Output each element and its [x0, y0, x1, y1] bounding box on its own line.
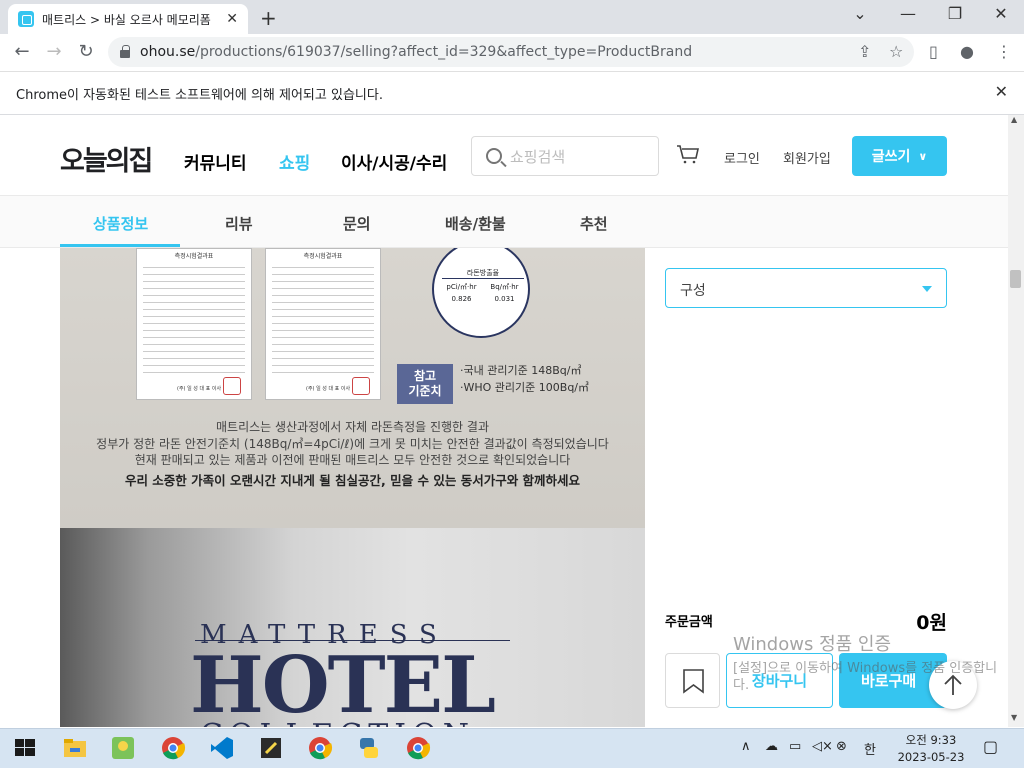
clock-date: 2023-05-23 — [897, 750, 965, 764]
info-text-line3: 현재 판매되고 있는 제품과 이전에 판매된 매트리스 모두 안전한 것으로 확… — [134, 453, 571, 467]
browser-tab[interactable]: 매트리스 > 바실 오르사 메모리폼 ✕ — [8, 4, 248, 34]
chrome-icon[interactable] — [307, 735, 333, 761]
bookmark-button[interactable] — [665, 653, 720, 708]
write-button[interactable]: 글쓰기 ∨ — [852, 136, 947, 176]
lock-icon[interactable] — [120, 45, 130, 58]
brand-hotel-text: HOTEL — [190, 640, 496, 727]
brand-collection-text: COLLECTION — [200, 718, 475, 727]
order-amount-label: 주문금액 — [665, 615, 713, 630]
new-tab-icon[interactable]: + — [260, 6, 277, 30]
seal-stamp — [223, 377, 241, 395]
chrome-icon[interactable] — [160, 735, 186, 761]
tab-search-icon[interactable]: ⌄ — [845, 4, 875, 23]
option-select-value: 구성 — [680, 283, 706, 299]
sticky-app-icon[interactable] — [258, 735, 284, 761]
active-tab-underline — [60, 244, 180, 247]
windows-start-icon[interactable] — [12, 735, 38, 761]
site-header: 오늘의집 커뮤니티 쇼핑 이사/시공/수리 쇼핑검색 로그인 회원가입 글쓰기 … — [0, 115, 1008, 196]
search-placeholder: 쇼핑검색 — [510, 147, 566, 166]
radon-units: pCi/㎡·hr Bq/㎡·hr — [446, 283, 519, 291]
scroll-down-arrow-icon[interactable]: ▼ — [1011, 713, 1017, 722]
hotel-collection-banner: MATTRESS HOTEL COLLECTION — [60, 528, 645, 727]
volume-icon[interactable]: ◁× — [812, 739, 833, 754]
test-certificate-1: 측정시험결과표 (주) 일 성 대 표 이사 — [136, 248, 252, 400]
radon-info-panel: 측정시험결과표 (주) 일 성 대 표 이사 측정시험결과표 (주) 일 성 대… — [60, 248, 645, 528]
side-panel-icon[interactable]: ▯ — [929, 42, 938, 61]
search-icon — [486, 148, 502, 164]
signup-link[interactable]: 회원가입 — [783, 148, 831, 167]
tab-product-info[interactable]: 상품정보 — [93, 213, 148, 234]
info-text-line1: 매트리스는 생산과정에서 자체 라돈측정을 진행한 결과 — [216, 420, 489, 434]
product-subnav: 상품정보 리뷰 문의 배송/환불 추천 — [0, 196, 1008, 248]
login-link[interactable]: 로그인 — [724, 148, 760, 167]
search-input[interactable]: 쇼핑검색 — [471, 136, 659, 176]
ref-who: ·WHO 관리기준 100Bq/㎥ — [460, 381, 590, 394]
tab-recommend[interactable]: 추천 — [580, 213, 608, 234]
test-certificate-2: 측정시험결과표 (주) 일 성 대 표 이사 — [265, 248, 381, 400]
reference-label: 참고 기준치 — [397, 364, 453, 404]
radon-header: 라돈방출율 — [442, 268, 524, 279]
reload-icon[interactable]: ↻ — [74, 41, 98, 62]
menu-dots-icon[interactable]: ⋮ — [996, 42, 1012, 61]
browser-titlebar: 매트리스 > 바실 오르사 메모리폼 ✕ + ⌄ — ❐ ✕ — [0, 0, 1024, 34]
option-select[interactable]: 구성 — [665, 268, 947, 308]
scrollbar-thumb[interactable] — [1010, 270, 1021, 288]
window-close-icon[interactable]: ✕ — [986, 4, 1016, 23]
automation-infobar: Chrome이 자동화된 테스트 소프트웨어에 의해 제어되고 있습니다. ✕ — [0, 72, 1024, 115]
info-text-line4: 우리 소중한 가족이 오랜시간 지내게 될 침실공간, 믿을 수 있는 동서가구… — [124, 473, 581, 488]
tab-close-icon[interactable]: ✕ — [226, 11, 238, 27]
tab-title: 매트리스 > 바실 오르사 메모리폼 — [42, 12, 211, 27]
restore-icon[interactable]: ❐ — [940, 4, 970, 23]
tray-chevron-up-icon[interactable]: ∧ — [741, 739, 751, 754]
back-icon[interactable]: ← — [10, 41, 34, 62]
site-favicon-icon — [18, 11, 34, 27]
radon-values: 0.826 0.031 — [451, 295, 515, 303]
write-button-label: 글쓰기 — [871, 149, 911, 165]
windows-taskbar: ∧ ☁ ▭ ◁× ⊗ 한 오전 9:33 2023-05-23 ▢ — [0, 728, 1024, 768]
file-explorer-icon[interactable] — [62, 735, 88, 761]
ime-indicator[interactable]: 한 — [864, 739, 876, 758]
taskbar-clock[interactable]: 오전 9:33 2023-05-23 — [893, 732, 969, 766]
notification-center-icon[interactable]: ▢ — [983, 737, 998, 756]
caret-down-icon — [922, 286, 932, 292]
share-icon[interactable]: ⇪ — [858, 42, 871, 61]
infobar-text: Chrome이 자동화된 테스트 소프트웨어에 의해 제어되고 있습니다. — [16, 88, 383, 103]
mute-status-icon[interactable]: ⊗ — [836, 739, 847, 754]
chrome-icon[interactable] — [405, 735, 431, 761]
windows-activation-watermark: Windows 정품 인증 [설정]으로 이동하여 Windows를 정품 인증… — [733, 634, 998, 693]
info-text-line2: 정부가 정한 라돈 안전기준치 (148Bq/㎥=4pCi/ℓ)에 크게 못 미… — [96, 437, 609, 451]
nav-moving-construction[interactable]: 이사/시공/수리 — [341, 149, 447, 174]
seal-stamp — [352, 377, 370, 395]
display-icon[interactable]: ▭ — [789, 739, 801, 754]
tab-inquiries[interactable]: 문의 — [343, 213, 371, 234]
nav-shopping[interactable]: 쇼핑 — [279, 149, 310, 174]
maps-app-icon[interactable] — [110, 735, 136, 761]
forward-icon[interactable]: → — [42, 41, 66, 62]
url-path: /productions/619037/selling?affect_id=32… — [195, 44, 693, 60]
infobar-close-icon[interactable]: ✕ — [995, 82, 1008, 101]
chevron-down-icon: ∨ — [918, 149, 928, 163]
bookmark-star-icon[interactable]: ☆ — [889, 42, 903, 61]
scroll-up-arrow-icon[interactable]: ▲ — [1011, 115, 1017, 124]
tab-shipping-refund[interactable]: 배송/환불 — [445, 213, 506, 234]
radon-result-circle: 라돈방출율 pCi/㎡·hr Bq/㎡·hr 0.826 0.031 — [432, 248, 530, 338]
browser-toolbar: ← → ↻ ohou.se/productions/619037/selling… — [0, 34, 1024, 72]
ref-domestic: ·국내 관리기준 148Bq/㎥ — [460, 364, 582, 377]
url-host: ohou.se — [140, 44, 196, 60]
cart-icon[interactable] — [676, 144, 700, 164]
tab-reviews[interactable]: 리뷰 — [225, 213, 253, 234]
nav-community[interactable]: 커뮤니티 — [184, 149, 247, 174]
site-logo[interactable]: 오늘의집 — [60, 139, 153, 178]
vscode-icon[interactable] — [209, 735, 235, 761]
clock-time: 오전 9:33 — [905, 733, 957, 747]
profile-icon[interactable]: ● — [960, 42, 974, 61]
address-bar[interactable]: ohou.se/productions/619037/selling?affec… — [108, 37, 914, 67]
python-icon[interactable] — [356, 735, 382, 761]
minimize-icon[interactable]: — — [893, 4, 923, 23]
product-detail-image: 측정시험결과표 (주) 일 성 대 표 이사 측정시험결과표 (주) 일 성 대… — [60, 248, 645, 727]
bookmark-icon — [683, 669, 704, 694]
network-status-icon[interactable]: ☁ — [765, 739, 778, 754]
